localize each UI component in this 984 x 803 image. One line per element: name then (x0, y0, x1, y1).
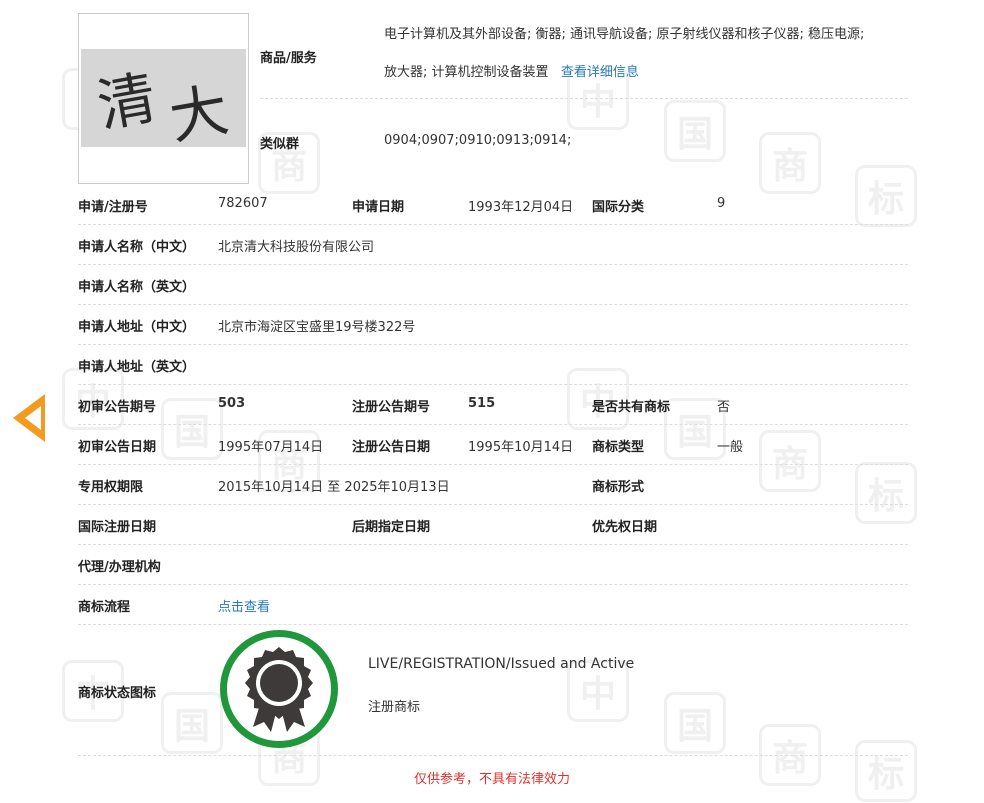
prelim-no-label: 初审公告期号 (78, 400, 157, 415)
status-line1: LIVE/REGISTRATION/Issued and Active (368, 656, 635, 672)
intl-reg-date-label: 国际注册日期 (78, 520, 157, 535)
exclusive-value: 2015年10月14日 至 2025年10月13日 (218, 480, 450, 495)
watermark-tile: 标 (855, 165, 917, 227)
reg-no-value: 782607 (218, 196, 268, 211)
flow-link[interactable]: 点击查看 (218, 596, 270, 615)
status-label: 商标状态图标 (78, 686, 157, 701)
prelim-no-value: 503 (218, 396, 246, 411)
address-en-label: 申请人地址（英文） (78, 360, 196, 375)
reg-pub-no-value: 515 (468, 396, 496, 411)
intl-class-value: 9 (717, 196, 726, 211)
reg-pub-date-label: 注册公告日期 (352, 440, 431, 455)
agency-label: 代理/办理机构 (78, 560, 161, 575)
goods-detail-link[interactable]: 查看详细信息 (561, 65, 639, 80)
exclusive-label: 专用权期限 (78, 480, 144, 495)
later-date-label: 后期指定日期 (352, 520, 431, 535)
priority-date-label: 优先权日期 (592, 520, 658, 535)
reg-pub-no-label: 注册公告期号 (352, 400, 431, 415)
status-line2: 注册商标 (368, 700, 421, 715)
applicant-cn-label: 申请人名称（中文） (78, 240, 196, 255)
intl-class-label: 国际分类 (592, 200, 645, 215)
watermark-tile: 商 (759, 132, 821, 194)
registered-seal-icon (220, 630, 338, 748)
watermark-tile: 国 (161, 398, 223, 460)
similar-group-label: 类似群 (260, 137, 300, 152)
prelim-date-label: 初审公告日期 (78, 440, 157, 455)
flow-label: 商标流程 (78, 600, 131, 615)
goods-value: 电子计算机及其外部设备; 衡器; 通讯导航设备; 原子射线仪器和核子仪器; 稳压… (384, 27, 865, 80)
disclaimer-text: 仅供参考，不具有法律效力 (413, 772, 570, 787)
address-cn-label: 申请人地址（中文） (78, 320, 196, 335)
trademark-image: 清 大 (78, 13, 249, 184)
watermark-tile: 商 (759, 430, 821, 492)
tm-type-label: 商标类型 (592, 440, 645, 455)
goods-label: 商品/服务 (260, 51, 317, 66)
prelim-date-value: 1995年07月14日 (218, 440, 324, 455)
applicant-cn-value: 北京清大科技股份有限公司 (218, 240, 375, 255)
address-cn-value: 北京市海淀区宝盛里19号楼322号 (218, 320, 416, 335)
previous-arrow-icon[interactable] (13, 394, 45, 442)
similar-group-value: 0904;0907;0910;0913;0914; (384, 133, 572, 148)
watermark-tile: 国 (161, 692, 223, 754)
watermark-tile: 国 (664, 692, 726, 754)
tm-form-label: 商标形式 (592, 480, 645, 495)
apply-date-label: 申请日期 (352, 200, 405, 215)
apply-date-value: 1993年12月04日 (468, 200, 574, 215)
watermark-tile: 国 (664, 100, 726, 162)
trademark-char: 大 (164, 75, 234, 153)
applicant-en-label: 申请人名称（英文） (78, 280, 196, 295)
trademark-char: 清 (92, 63, 162, 141)
tm-type-value: 一般 (717, 440, 744, 455)
shared-value: 否 (717, 400, 731, 415)
watermark-tile: 标 (855, 462, 917, 524)
reg-no-label: 申请/注册号 (78, 200, 148, 215)
reg-pub-date-value: 1995年10月14日 (468, 440, 574, 455)
shared-label: 是否共有商标 (592, 400, 671, 415)
